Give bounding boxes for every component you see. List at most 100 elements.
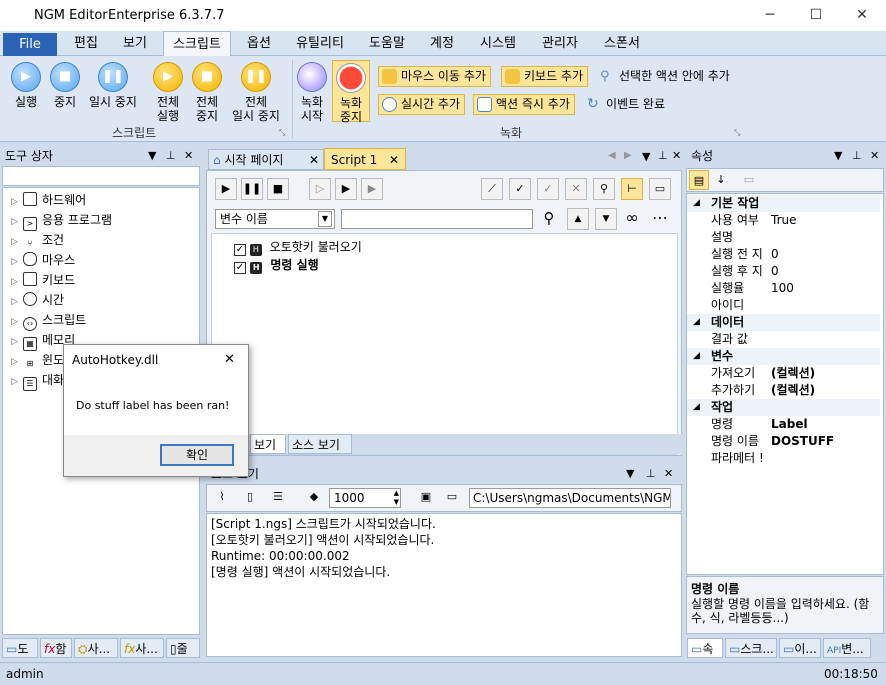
add-mouse-move-button[interactable]: 마우스 이동 추가 [378, 66, 491, 87]
bottom-tab-variable[interactable]: API변... [823, 638, 871, 658]
dialog-ok-button[interactable]: 확인 [160, 444, 234, 466]
property-row[interactable]: 아이디 [687, 297, 880, 314]
tree-item-condition[interactable]: ▷ ⑂ 조건 [11, 230, 64, 250]
dropdown-icon[interactable]: ▼ [642, 150, 650, 163]
tab-source-view[interactable]: 소스 보기 [288, 434, 352, 454]
tab-start-page[interactable]: ⌂ 시작 페이지 ✕ [208, 149, 324, 170]
loop-icon[interactable]: ∞ [621, 208, 643, 230]
save-icon[interactable]: ▣ [415, 487, 437, 509]
category-basic[interactable]: ◢ 기본 작업 [687, 195, 880, 212]
property-row[interactable]: 추가하기 (컬렉션) [687, 382, 880, 399]
pin-icon[interactable]: ⊥ [658, 149, 668, 162]
step-over-icon[interactable]: ▶ [335, 178, 357, 200]
tab-file[interactable]: File [3, 33, 57, 56]
close-icon[interactable]: ✕ [672, 149, 681, 162]
tab-account[interactable]: 계정 [420, 31, 464, 56]
log-path-input[interactable]: C:\Users\ngmas\Documents\NGM6\ [469, 488, 671, 508]
tab-script[interactable]: 스크립트 [163, 31, 231, 57]
property-row[interactable]: 사용 여부 True [687, 212, 880, 229]
step-icon[interactable]: ▷ [309, 178, 331, 200]
property-row[interactable]: 파라메터 ! [687, 450, 880, 467]
run-button[interactable]: ▶ 실행 [8, 62, 44, 109]
eraser-icon[interactable]: ◆ [303, 487, 325, 509]
tree-item-dialog[interactable]: ▷ ☰ 대화 [11, 370, 64, 391]
tab-script-1[interactable]: Script 1 ✕ [324, 148, 406, 170]
tab-edit[interactable]: 편집 [62, 31, 110, 56]
scroll-right-icon[interactable]: ▶ [624, 150, 632, 161]
categorized-icon[interactable]: ▤ [689, 170, 709, 190]
pin-icon[interactable]: ⊥ [646, 464, 656, 484]
add-in-selected-button[interactable]: ⚲ 선택한 액션 안에 추가 [597, 67, 734, 88]
close-icon[interactable]: ✕ [184, 146, 193, 166]
property-row[interactable]: 결과 값 [687, 331, 880, 348]
property-row[interactable]: 실행 전 지0 [687, 246, 880, 263]
category-variable[interactable]: ◢ 변수 [687, 348, 880, 365]
tree-item-time[interactable]: ▷ 시간 [11, 290, 64, 310]
bottom-tab-user[interactable]: ⛭사... [74, 638, 118, 658]
run-all-button[interactable]: ▶ 전체 실행 [150, 62, 186, 123]
property-row[interactable]: 명령 Label [687, 416, 880, 433]
category-data[interactable]: ◢ 데이터 [687, 314, 880, 331]
variable-filter-select[interactable]: 변수 이름 ▼ [215, 209, 335, 229]
search-icon[interactable]: ⚲ [538, 208, 560, 230]
chart-icon[interactable]: ⟋ [481, 178, 503, 200]
clear-icon[interactable]: ✕ [565, 178, 587, 200]
pause-icon[interactable]: ❚❚ [241, 178, 263, 200]
pin-icon[interactable]: ⊥ [852, 146, 862, 166]
minimize-button[interactable]: ─ [747, 0, 793, 31]
dropdown-icon[interactable]: ▼ [626, 464, 634, 484]
pin-icon[interactable]: ⊥ [166, 146, 176, 166]
more-icon[interactable]: ⋯ [649, 208, 671, 230]
tab-admin[interactable]: 관리자 [532, 31, 588, 56]
tree-view-icon[interactable]: ⊢ [621, 178, 643, 200]
toolbox-search-input[interactable] [2, 166, 200, 186]
property-row[interactable]: 명령 이름 DOSTUFF [687, 433, 880, 450]
close-tab-icon[interactable]: ✕ [389, 149, 399, 171]
property-row[interactable]: 설명 [687, 229, 880, 246]
property-pages-icon[interactable]: ▭ [739, 170, 759, 190]
tree-item-application[interactable]: ▷ > 응용 프로그램 [11, 210, 112, 231]
broom-icon[interactable]: ⌇ [211, 487, 233, 509]
move-down-icon[interactable]: ▼ [595, 208, 617, 230]
bottom-tab-toolbox[interactable]: ▭도 [2, 638, 38, 658]
group-expand-icon[interactable]: ⤡ [734, 128, 740, 138]
pause-button[interactable]: ❚❚ 일시 중지 [86, 62, 140, 109]
action-item[interactable]: ✓ H 오토핫키 불러오기 [234, 238, 362, 256]
move-up-icon[interactable]: ▲ [567, 208, 589, 230]
checkbox-icon[interactable]: ✓ [234, 262, 246, 274]
tree-item-script[interactable]: ▷ ‹› 스크립트 [11, 310, 86, 331]
property-row[interactable]: 실행율 100 [687, 280, 880, 297]
stop-all-button[interactable]: ■ 전체 중지 [189, 62, 225, 123]
bottom-tab-function[interactable]: fx함 [40, 638, 72, 658]
check-outline-icon[interactable]: ✓ [537, 178, 559, 200]
category-task[interactable]: ◢ 작업 [687, 399, 880, 416]
stop-button[interactable]: ■ 중지 [48, 62, 82, 109]
close-tab-icon[interactable]: ✕ [309, 150, 319, 171]
property-row[interactable]: 실행 후 지0 [687, 263, 880, 280]
close-icon[interactable]: ✕ [664, 464, 673, 484]
tab-utility[interactable]: 유틸리티 [288, 31, 352, 56]
log-interval-stepper[interactable]: 1000 ▲ ▼ [329, 488, 401, 508]
folder-icon[interactable]: ▭ [441, 487, 463, 509]
stop-icon[interactable]: ■ [267, 178, 289, 200]
dropdown-icon[interactable]: ▼ [834, 146, 842, 166]
dropdown-icon[interactable]: ▼ [148, 146, 156, 166]
play-icon[interactable]: ▶ [215, 178, 237, 200]
add-realtime-button[interactable]: 실시간 추가 [378, 94, 466, 115]
close-icon[interactable]: ✕ [870, 146, 879, 166]
dialog-close-button[interactable]: ✕ [224, 352, 235, 367]
bottom-tab-image[interactable]: ▭이... [779, 638, 821, 658]
list-icon[interactable]: ☰ [267, 487, 289, 509]
bottom-tab-properties[interactable]: ▭속 [687, 638, 723, 658]
bottom-tab-script[interactable]: ▭스크... [725, 638, 777, 658]
bottom-tab-snippet[interactable]: ▯줄 [166, 638, 200, 658]
tab-sponsor[interactable]: 스폰서 [594, 31, 650, 56]
scroll-left-icon[interactable]: ◀ [608, 150, 616, 161]
group-expand-icon[interactable]: ⤡ [279, 128, 285, 138]
tree-item-hardware[interactable]: ▷ 하드웨어 [11, 190, 86, 210]
sort-alpha-icon[interactable]: ↓ [711, 170, 731, 190]
bottom-tab-user-function[interactable]: fx사... [120, 638, 164, 658]
maximize-button[interactable]: ☐ [793, 0, 839, 31]
tree-item-mouse[interactable]: ▷ 마우스 [11, 250, 75, 270]
check-icon[interactable]: ✓ [509, 178, 531, 200]
